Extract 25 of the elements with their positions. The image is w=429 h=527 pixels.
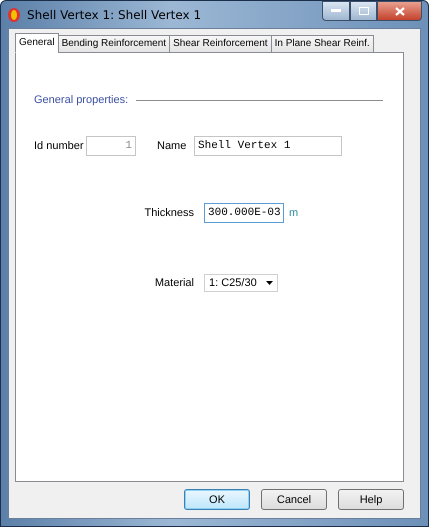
minimize-button[interactable] [322, 1, 350, 21]
dialog-button[interactable]: Cancel [261, 489, 327, 510]
unit-label: m [289, 207, 298, 219]
tab[interactable]: General [15, 33, 59, 53]
section-title: General properties: [34, 94, 128, 106]
caret-icon [266, 281, 273, 285]
window-title: Shell Vertex 1: Shell Vertex 1 [27, 8, 202, 22]
tab[interactable]: Bending Reinforcement [58, 35, 170, 53]
app-icon [7, 6, 21, 22]
maximize-button[interactable] [350, 1, 377, 21]
maximize-icon [358, 7, 368, 15]
dialog-button[interactable]: Help [338, 489, 404, 510]
field-label: Id number [34, 140, 85, 152]
tab[interactable]: Shear Reinforcement [169, 35, 272, 53]
field-label: Material [154, 277, 195, 289]
material-dropdown[interactable]: 1: C25/30 [204, 274, 278, 292]
field-label: Name [156, 140, 188, 152]
tab[interactable]: In Plane Shear Reinf. [270, 35, 374, 53]
input-field[interactable]: 300.000E-03 [204, 203, 284, 223]
field-label: Thickness [143, 207, 195, 219]
close-icon [394, 6, 404, 16]
input-field[interactable]: Shell Vertex 1 [194, 136, 342, 156]
dialog-button[interactable]: OK [184, 489, 250, 510]
close-button[interactable] [377, 1, 422, 21]
minimize-icon [331, 9, 341, 13]
